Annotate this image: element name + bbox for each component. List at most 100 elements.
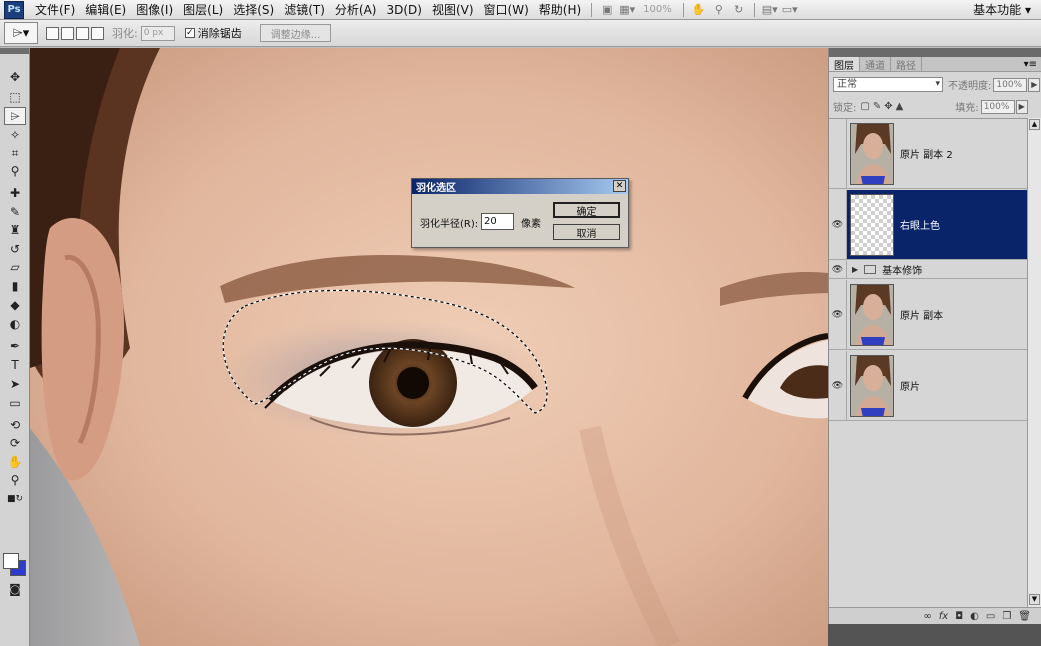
dodge-icon[interactable]: ◐ — [4, 315, 26, 333]
layer-row[interactable]: 👁 原片 副本 — [829, 280, 1027, 350]
scroll-up-icon[interactable]: ▲ — [1029, 119, 1040, 130]
adjustment-icon[interactable]: ◐ — [970, 611, 979, 622]
fx-icon[interactable]: fx — [939, 611, 948, 622]
tab-channels[interactable]: 通道 — [860, 57, 891, 72]
path-selection-icon[interactable]: ➤ — [4, 375, 26, 393]
screen-mode-icon[interactable]: ▭▾ — [780, 2, 800, 18]
layer-name[interactable]: 基本修饰 — [882, 262, 922, 277]
link-icon[interactable]: ∞ — [923, 611, 931, 622]
eyedropper-icon[interactable]: ⚲ — [4, 162, 26, 180]
toolbox-grip[interactable] — [0, 48, 29, 54]
eraser-icon[interactable]: ▱ — [4, 258, 26, 276]
subtract-from-selection-icon[interactable] — [76, 26, 89, 40]
marquee-icon[interactable]: ⬚ — [4, 88, 26, 106]
zoom-icon[interactable]: ⚲ — [4, 471, 26, 489]
menu-select[interactable]: 选择(S) — [228, 1, 279, 18]
layer-name[interactable]: 原片 副本 2 — [900, 146, 953, 161]
menu-layer[interactable]: 图层(L) — [178, 1, 228, 18]
layer-group-row[interactable]: 👁 ▶ 基本修饰 — [829, 261, 1027, 279]
layers-panel-footer: ∞ fx ◘ ◐ ▭ ❐ 🗑 — [829, 607, 1041, 624]
fill-arrow-icon[interactable]: ▶ — [1015, 99, 1028, 114]
layer-row-selected[interactable]: 👁 右眼上色 — [829, 190, 1027, 260]
visibility-toggle[interactable] — [829, 119, 847, 188]
gradient-icon[interactable]: ▮ — [4, 277, 26, 295]
lock-position-icon[interactable]: ✥ — [884, 101, 892, 112]
move-icon[interactable]: ✥ — [4, 68, 26, 86]
fill-input[interactable]: 100% — [980, 99, 1015, 114]
opacity-arrow-icon[interactable]: ▶ — [1028, 77, 1041, 92]
brush-icon[interactable]: ✎ — [4, 203, 26, 221]
feather-radius-input[interactable]: 20 — [481, 213, 514, 230]
crop-icon[interactable]: ⌗ — [4, 144, 26, 162]
pen-icon[interactable]: ✒ — [4, 337, 26, 355]
eye-icon[interactable]: 👁 — [829, 280, 847, 349]
menu-edit[interactable]: 编辑(E) — [80, 1, 131, 18]
antialias-checkbox[interactable]: ✓ — [184, 28, 195, 38]
view-extras-icon[interactable]: ▦▾ — [617, 2, 637, 18]
blend-mode-select[interactable]: 正常 — [833, 77, 943, 92]
menu-3d[interactable]: 3D(D) — [381, 3, 426, 17]
layer-row[interactable]: 原片 副本 2 — [829, 119, 1027, 189]
zoom-tool-icon[interactable]: ⚲ — [709, 2, 729, 18]
blur-icon[interactable]: ◆ — [4, 296, 26, 314]
3d-orbit-icon[interactable]: ⟳ — [4, 434, 26, 452]
default-colors-icon[interactable]: ■↻ — [4, 490, 26, 508]
3d-rotate-icon[interactable]: ⟲ — [4, 416, 26, 434]
mask-icon[interactable]: ◘ — [955, 611, 963, 622]
new-selection-icon[interactable] — [46, 26, 59, 40]
panel-menu-icon[interactable]: ▾≡ — [1024, 57, 1041, 71]
lock-image-icon[interactable]: ✎ — [873, 101, 881, 112]
panel-header-bar[interactable] — [829, 48, 1041, 57]
trash-icon[interactable]: 🗑 — [1018, 611, 1031, 622]
quick-mask-icon[interactable]: ◙ — [4, 580, 26, 598]
arrange-documents-icon[interactable]: ▤▾ — [760, 2, 780, 18]
lock-transparency-icon[interactable]: ▢ — [860, 101, 869, 112]
ok-button[interactable]: 确定 — [553, 202, 620, 218]
rectangle-shape-icon[interactable]: ▭ — [4, 394, 26, 412]
rotate-view-icon[interactable]: ↻ — [729, 2, 749, 18]
document-canvas[interactable] — [30, 48, 828, 646]
opacity-input[interactable]: 100% — [993, 77, 1028, 92]
refine-edge-button[interactable]: 调整边缘... — [259, 24, 332, 42]
zoom-level[interactable]: 100% — [637, 4, 678, 15]
magic-wand-icon[interactable]: ✧ — [4, 126, 26, 144]
polygonal-lasso-icon[interactable]: ⌲ — [4, 107, 26, 125]
new-layer-icon[interactable]: ❐ — [1002, 611, 1011, 622]
layer-name[interactable]: 右眼上色 — [900, 217, 940, 232]
clone-stamp-icon[interactable]: ♜ — [4, 221, 26, 239]
menu-filter[interactable]: 滤镜(T) — [279, 1, 330, 18]
launch-bridge-icon[interactable]: ▣ — [597, 2, 617, 18]
tab-paths[interactable]: 路径 — [891, 57, 922, 72]
history-brush-icon[interactable]: ↺ — [4, 240, 26, 258]
menu-view[interactable]: 视图(V) — [427, 1, 479, 18]
layers-scrollbar[interactable]: ▲ ▼ — [1027, 118, 1041, 608]
hand-icon[interactable]: ✋ — [4, 453, 26, 471]
menu-file[interactable]: 文件(F) — [30, 1, 80, 18]
scroll-down-icon[interactable]: ▼ — [1029, 594, 1040, 605]
hand-tool-icon[interactable]: ✋ — [689, 2, 709, 18]
tab-layers[interactable]: 图层 — [829, 57, 860, 72]
workspace-switcher[interactable]: 基本功能 ▾ — [963, 1, 1041, 18]
menu-analysis[interactable]: 分析(A) — [330, 1, 382, 18]
feather-input[interactable]: 0 px — [140, 25, 175, 41]
foreground-color-swatch[interactable] — [3, 553, 19, 569]
close-icon[interactable]: ✕ — [613, 180, 626, 192]
healing-brush-icon[interactable]: ✚ — [4, 184, 26, 202]
layer-name[interactable]: 原片 副本 — [900, 307, 943, 322]
folder-icon[interactable]: ▭ — [986, 611, 995, 622]
eye-icon[interactable]: 👁 — [829, 351, 847, 420]
menu-image[interactable]: 图像(I) — [131, 1, 178, 18]
type-icon[interactable]: T — [4, 356, 26, 374]
eye-icon[interactable]: 👁 — [829, 190, 847, 259]
expand-arrow-icon[interactable]: ▶ — [852, 265, 858, 274]
menu-window[interactable]: 窗口(W) — [479, 1, 534, 18]
add-to-selection-icon[interactable] — [61, 26, 74, 40]
layer-row[interactable]: 👁 原片 — [829, 351, 1027, 421]
menu-help[interactable]: 帮助(H) — [534, 1, 586, 18]
layer-name[interactable]: 原片 — [900, 378, 920, 393]
cancel-button[interactable]: 取消 — [553, 224, 620, 240]
intersect-selection-icon[interactable] — [91, 26, 104, 40]
eye-icon[interactable]: 👁 — [829, 261, 847, 278]
tool-preset-picker[interactable]: ⌲▾ — [4, 22, 38, 44]
lock-all-icon[interactable]: ▲ — [896, 101, 904, 112]
